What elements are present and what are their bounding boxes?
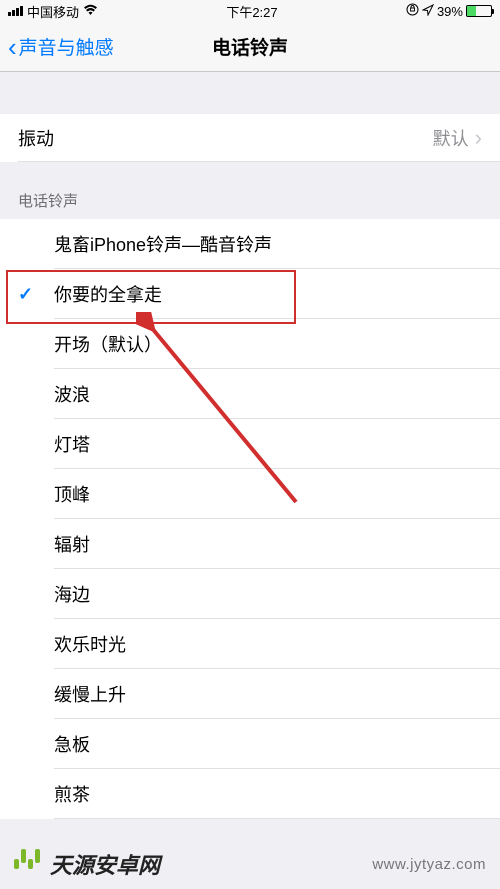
- ringtone-label: 欢乐时光: [54, 631, 126, 657]
- chevron-right-icon: ›: [475, 125, 482, 151]
- status-time: 下午2:27: [226, 2, 277, 21]
- ringtone-row[interactable]: 波浪: [0, 369, 500, 419]
- ringtone-list: 鬼畜iPhone铃声—酷音铃声 ✓ 你要的全拿走开场（默认） 波浪灯塔顶峰辐射海边欢乐…: [0, 219, 500, 819]
- ringtone-label: 灯塔: [54, 431, 90, 457]
- ringtone-label: 鬼畜iPhone铃声—酷音铃声: [54, 231, 272, 257]
- watermark: 天源安卓网 www.jytyaz.com: [0, 839, 500, 889]
- page-title: 电话铃声: [212, 33, 288, 60]
- chevron-left-icon: ‹: [8, 34, 17, 60]
- wifi-icon: [83, 4, 98, 19]
- status-bar: 中国移动 下午2:27 39%: [0, 0, 500, 22]
- signal-icon: [8, 6, 23, 16]
- carrier-label: 中国移动: [27, 2, 79, 21]
- ringtone-row[interactable]: 鬼畜iPhone铃声—酷音铃声: [0, 219, 500, 269]
- ringtone-label: 煎茶: [54, 781, 90, 807]
- ringtone-row[interactable]: 海边: [0, 569, 500, 619]
- section-header: 电话铃声: [0, 162, 500, 219]
- nav-bar: ‹ 声音与触感 电话铃声: [0, 22, 500, 72]
- watermark-brand: 天源安卓网: [50, 848, 160, 880]
- vibration-label: 振动: [18, 125, 433, 151]
- ringtone-label: 你要的全拿走: [54, 281, 162, 307]
- back-label: 声音与触感: [19, 33, 114, 60]
- ringtone-row[interactable]: ✓ 你要的全拿走: [0, 269, 500, 319]
- ringtone-label: 急板: [54, 731, 90, 757]
- status-left: 中国移动: [8, 2, 98, 21]
- check-icon: ✓: [18, 284, 33, 305]
- watermark-logo-icon: [14, 849, 44, 879]
- content[interactable]: 振动 默认 › 电话铃声 鬼畜iPhone铃声—酷音铃声 ✓ 你要的全拿走开场（默认…: [0, 72, 500, 889]
- battery-pct: 39%: [437, 4, 463, 19]
- vibration-row[interactable]: 振动 默认 ›: [0, 114, 500, 162]
- ringtone-row[interactable]: 缓慢上升: [0, 669, 500, 719]
- location-icon: [422, 4, 434, 19]
- ringtone-row[interactable]: 顶峰: [0, 469, 500, 519]
- ringtone-row[interactable]: 辐射: [0, 519, 500, 569]
- ringtone-row[interactable]: 煎茶: [0, 769, 500, 819]
- ringtone-label: 辐射: [54, 531, 90, 557]
- ringtone-row[interactable]: 灯塔: [0, 419, 500, 469]
- ringtone-label: 开场（默认）: [54, 331, 162, 357]
- ringtone-label: 顶峰: [54, 481, 90, 507]
- status-right: 39%: [406, 3, 492, 19]
- vibration-value: 默认: [433, 125, 469, 151]
- ringtone-label: 缓慢上升: [54, 681, 126, 707]
- watermark-url: www.jytyaz.com: [372, 856, 486, 873]
- ringtone-label: 海边: [54, 581, 90, 607]
- ringtone-row[interactable]: 欢乐时光: [0, 619, 500, 669]
- orientation-lock-icon: [406, 3, 419, 19]
- ringtone-row[interactable]: 急板: [0, 719, 500, 769]
- ringtone-label: 波浪: [54, 381, 90, 407]
- back-button[interactable]: ‹ 声音与触感: [8, 33, 114, 60]
- ringtone-row[interactable]: 开场（默认）: [0, 319, 500, 369]
- battery-icon: [466, 5, 492, 17]
